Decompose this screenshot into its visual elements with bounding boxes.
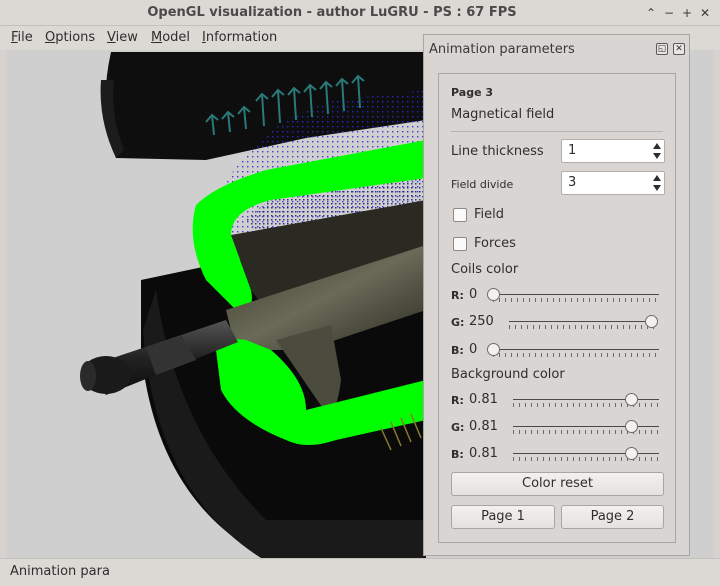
bg-g-label: G:: [451, 421, 465, 434]
page-label: Page 3: [451, 86, 494, 99]
bg-r-value: 0.81(: [469, 392, 499, 407]
slider-handle[interactable]: [487, 343, 500, 356]
bg-b-value: 0.81(: [469, 446, 499, 461]
page2-button[interactable]: Page 2: [561, 505, 664, 529]
close-icon[interactable]: ✕: [673, 43, 685, 55]
float-icon[interactable]: ◱: [656, 43, 668, 55]
dock-title: Animation parameters: [429, 42, 575, 57]
section-title: Magnetical field: [451, 107, 555, 122]
spin-up-icon[interactable]: [653, 175, 661, 181]
coils-r-value: 0: [469, 287, 478, 302]
bg-r-slider[interactable]: [513, 391, 659, 409]
field-divide-label: Field divide: [451, 178, 514, 191]
menu-information[interactable]: Information: [202, 29, 277, 47]
menu-model[interactable]: Model: [151, 29, 190, 47]
minimize-icon[interactable]: −: [661, 5, 677, 21]
coils-color-title: Coils color: [451, 262, 519, 277]
color-reset-button[interactable]: Color reset: [451, 472, 664, 496]
line-thickness-value: 1: [568, 143, 577, 158]
forces-checkbox-label: Forces: [474, 236, 516, 251]
coils-g-slider[interactable]: [509, 313, 659, 331]
maximize-icon[interactable]: +: [679, 5, 695, 21]
status-text: Animation para: [10, 564, 110, 579]
field-checkbox-label: Field: [474, 207, 505, 222]
animation-parameters-dock: Animation parameters ◱ ✕ Page 3 Magnetic…: [423, 34, 690, 556]
spin-down-icon[interactable]: [653, 153, 661, 159]
field-checkbox[interactable]: [453, 208, 467, 222]
bg-g-slider[interactable]: [513, 418, 659, 436]
window-title: OpenGL visualization - author LuGRU - PS…: [147, 5, 517, 20]
line-thickness-spinbox[interactable]: 1: [561, 139, 665, 163]
shade-icon[interactable]: ⌃: [643, 5, 659, 21]
coils-g-label: G:: [451, 316, 465, 329]
menu-file[interactable]: File: [11, 29, 33, 47]
bg-r-label: R:: [451, 394, 464, 407]
close-icon[interactable]: ✕: [697, 5, 713, 21]
title-bar: OpenGL visualization - author LuGRU - PS…: [0, 0, 720, 26]
parameters-frame: Page 3 Magnetical field Line thickness 1…: [438, 73, 676, 543]
bg-b-label: B:: [451, 448, 464, 461]
coils-b-slider[interactable]: [487, 341, 659, 359]
menu-options[interactable]: Options: [45, 29, 95, 47]
slider-handle[interactable]: [645, 315, 659, 328]
status-bar: Animation para: [0, 558, 720, 586]
coils-r-slider[interactable]: [487, 286, 659, 304]
menu-view[interactable]: View: [107, 29, 138, 47]
coils-b-label: B:: [451, 344, 464, 357]
line-thickness-label: Line thickness: [451, 144, 544, 159]
page1-button[interactable]: Page 1: [451, 505, 555, 529]
bg-g-value: 0.81(: [469, 419, 499, 434]
spin-up-icon[interactable]: [653, 143, 661, 149]
coils-r-label: R:: [451, 289, 464, 302]
spin-down-icon[interactable]: [653, 185, 661, 191]
field-divide-value: 3: [568, 175, 577, 190]
coils-b-value: 0: [469, 342, 478, 357]
coils-g-value: 250: [469, 314, 494, 329]
background-color-title: Background color: [451, 367, 565, 382]
field-divide-spinbox[interactable]: 3: [561, 171, 665, 195]
slider-handle[interactable]: [487, 288, 500, 301]
forces-checkbox[interactable]: [453, 237, 467, 251]
divider: [451, 131, 663, 132]
bg-b-slider[interactable]: [513, 445, 659, 463]
